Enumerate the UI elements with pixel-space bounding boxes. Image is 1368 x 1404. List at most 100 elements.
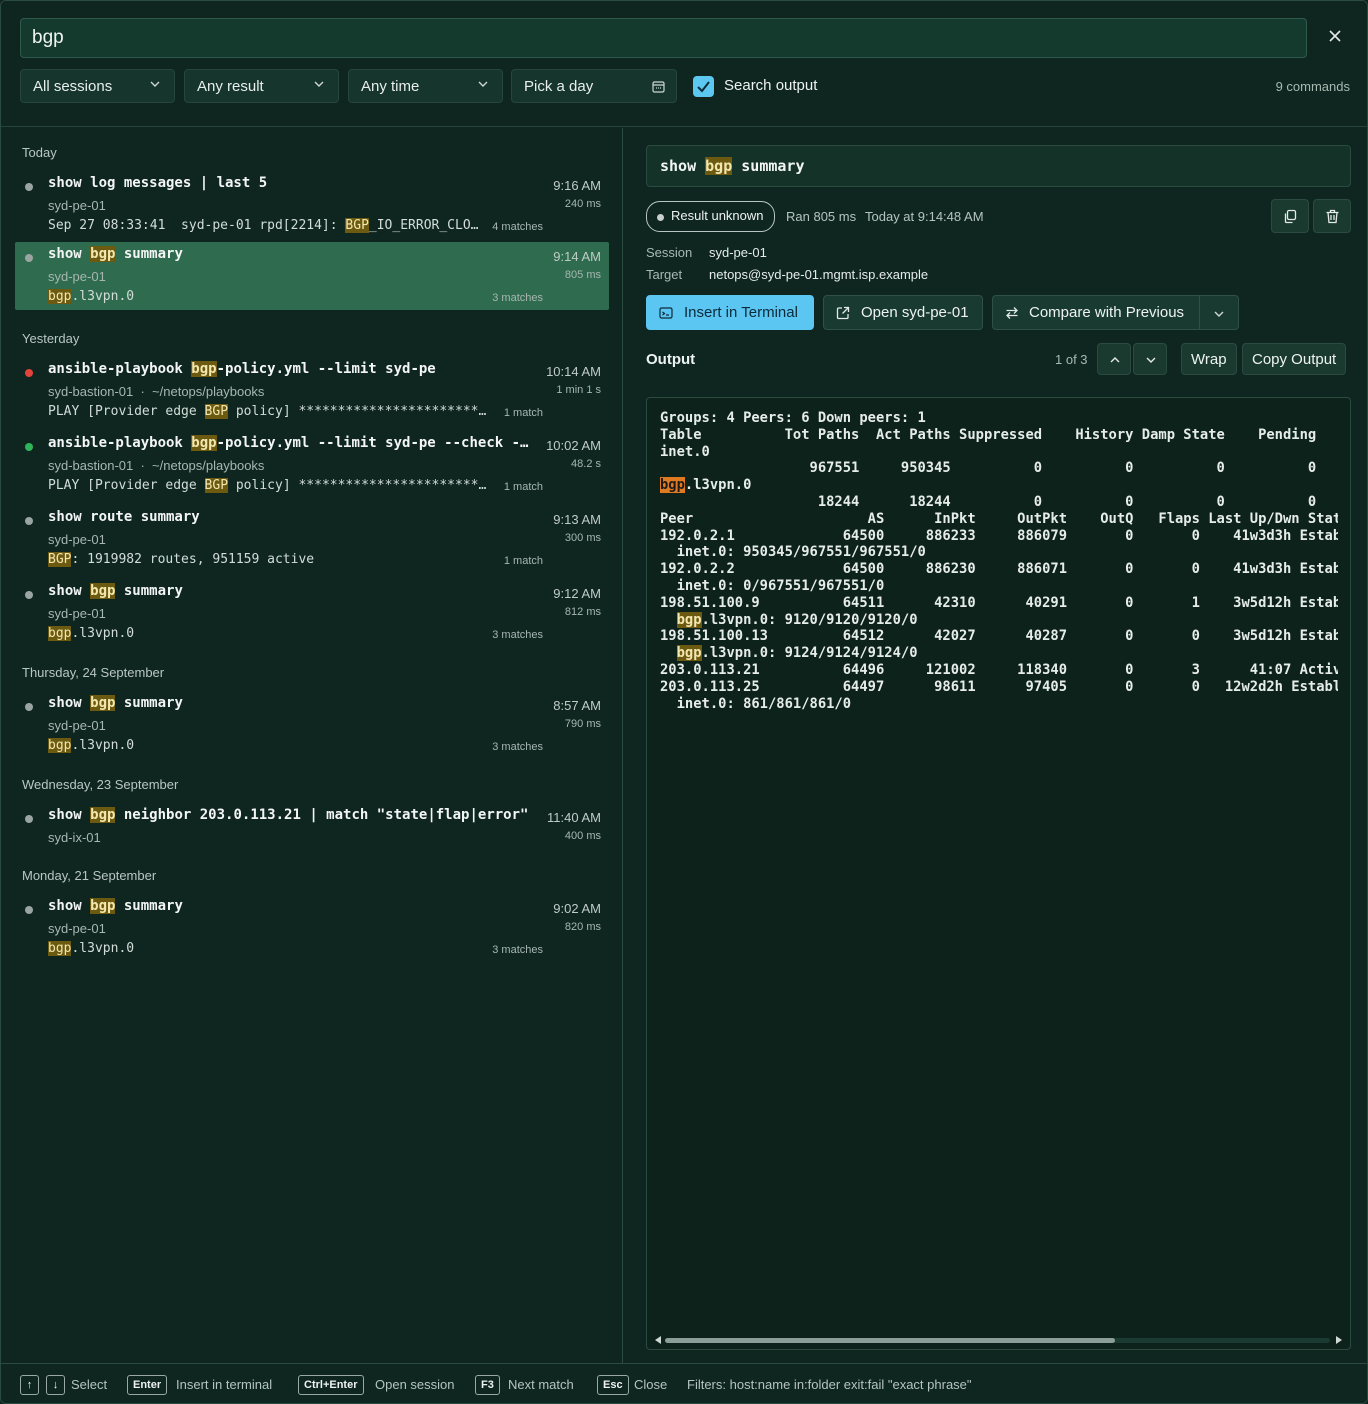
match-count: 3 matches bbox=[492, 629, 543, 641]
close-icon[interactable] bbox=[1323, 25, 1347, 49]
insert-in-terminal-button[interactable]: Insert in Terminal bbox=[646, 295, 814, 330]
command-text: show bgp summary bbox=[48, 898, 183, 914]
session-host: syd-pe-01 bbox=[48, 718, 106, 733]
status-dot bbox=[25, 254, 33, 262]
command-title-text: show bbox=[660, 157, 706, 175]
match-count: 3 matches bbox=[492, 292, 543, 304]
open-session-button[interactable]: Open syd-pe-01 bbox=[823, 295, 983, 330]
day-picker[interactable]: Pick a day bbox=[511, 69, 677, 103]
status-dot bbox=[25, 591, 33, 599]
output-text-run: Table Tot Paths Act Paths Suppressed His… bbox=[660, 426, 1317, 443]
key-esc: Esc bbox=[597, 1375, 629, 1395]
output-line: Table Tot Paths Act Paths Suppressed His… bbox=[660, 427, 1338, 444]
group-title-wednesday: Wednesday, 23 September bbox=[22, 777, 179, 792]
list-item[interactable]: ansible-playbook bgp-policy.yml --limit … bbox=[15, 431, 609, 499]
list-item[interactable]: ansible-playbook bgp-policy.yml --limit … bbox=[15, 357, 609, 425]
compare-label: Compare with Previous bbox=[1029, 304, 1185, 321]
output-text-run: 203.0.113.25 64497 98611 97405 0 0 12w2d… bbox=[660, 678, 1338, 695]
scroll-right-arrow[interactable] bbox=[1336, 1336, 1342, 1344]
run-time: 9:02 AM bbox=[553, 901, 601, 916]
chevron-down-icon bbox=[150, 81, 160, 87]
list-item[interactable]: show bgp neighbor 203.0.113.21 | match "… bbox=[15, 803, 609, 851]
run-duration: 1 min 1 s bbox=[556, 384, 601, 396]
output-line: 967551 950345 0 0 0 0 bbox=[660, 460, 1338, 477]
shortcut-bar: ↑ ↓ Select Enter Insert in terminal Ctrl… bbox=[1, 1363, 1367, 1403]
status-dot bbox=[25, 443, 33, 451]
group-title-yesterday: Yesterday bbox=[22, 331, 80, 346]
status-dot bbox=[25, 517, 33, 525]
list-item[interactable]: show bgp summary syd-pe-01 bgp.l3vpn.0 9:02… bbox=[15, 894, 609, 962]
status-dot bbox=[25, 703, 33, 711]
command-part: ansible-playbook bbox=[48, 435, 192, 451]
command-part: show bbox=[48, 246, 91, 262]
snippet-highlight: BGP bbox=[345, 218, 369, 233]
command-part: show bbox=[48, 807, 91, 823]
shortcut-select: Select bbox=[71, 1377, 108, 1392]
next-match-button[interactable] bbox=[1133, 343, 1167, 375]
output-panel[interactable]: Groups: 4 Peers: 6 Down peers: 1 Table To… bbox=[646, 397, 1351, 1350]
current-match: bgp bbox=[660, 477, 685, 494]
compare-button[interactable]: Compare with Previous bbox=[992, 295, 1239, 330]
calendar-icon bbox=[652, 81, 665, 93]
output-line: inet.0: 0/967551/967551/0 bbox=[660, 578, 1338, 595]
run-time: 8:57 AM bbox=[553, 698, 601, 713]
output-line: 192.0.2.1 64500 886233 886079 0 0 41w3d3… bbox=[660, 528, 1338, 545]
run-duration: 820 ms bbox=[564, 921, 601, 933]
session-host: syd-bastion-01 · ~/netops/playbooks bbox=[48, 384, 265, 399]
command-part: summary bbox=[115, 898, 183, 914]
list-item[interactable]: show bgp summary syd-pe-01 bgp.l3vpn.0 8:57… bbox=[15, 691, 609, 759]
session-host: syd-pe-01 bbox=[48, 198, 106, 213]
search-header: bgp All sessions Any result Any time Pic… bbox=[1, 1, 1367, 127]
shortcut-next-match: Next match bbox=[508, 1377, 574, 1392]
command-history-window: bgp All sessions Any result Any time Pic… bbox=[0, 0, 1368, 1404]
copy-icon bbox=[1284, 209, 1297, 224]
snippet-part: .l3vpn.0 bbox=[71, 626, 135, 641]
match-count: 1 match bbox=[503, 407, 543, 419]
snippet-highlight: BGP bbox=[204, 404, 229, 419]
command-highlight: bgp bbox=[191, 361, 217, 377]
list-item[interactable]: show route summary syd-pe-01 BGP: 1919982 … bbox=[15, 505, 609, 573]
delete-button[interactable] bbox=[1313, 199, 1351, 233]
search-output-checkbox[interactable] bbox=[693, 76, 714, 97]
copy-button[interactable] bbox=[1271, 199, 1309, 233]
output-text-run: inet.0: 950345/967551/967551/0 bbox=[660, 544, 926, 561]
scroll-left-arrow[interactable] bbox=[655, 1336, 661, 1344]
command-text: ansible-playbook bgp-policy.yml --limit … bbox=[48, 435, 528, 451]
command-part: show log messages | last 5 bbox=[48, 175, 268, 191]
snippet-part: policy] ***********************… bbox=[228, 478, 487, 493]
output-line: 203.0.113.21 64496 121002 118340 0 3 41:… bbox=[660, 662, 1338, 679]
command-title: show bgp summary bbox=[646, 145, 1351, 187]
search-input[interactable]: bgp bbox=[20, 18, 1307, 58]
output-line: Peer AS InPkt OutPkt OutQ Flaps Last Up/… bbox=[660, 511, 1338, 528]
sessions-filter[interactable]: All sessions bbox=[20, 69, 175, 103]
list-item-selected[interactable]: show bgp summary syd-pe-01 bgp.l3vpn.0 9:14… bbox=[15, 242, 609, 310]
horizontal-scrollbar[interactable] bbox=[655, 1336, 1342, 1344]
session-host: syd-pe-01 bbox=[48, 921, 106, 936]
command-text: ansible-playbook bgp-policy.yml --limit … bbox=[48, 361, 436, 377]
previous-match-button[interactable] bbox=[1097, 343, 1131, 375]
copy-output-button[interactable]: Copy Output bbox=[1242, 343, 1347, 375]
run-duration: 240 ms bbox=[564, 198, 601, 210]
output-text-run: Groups: 4 Peers: 6 Down peers: 1 bbox=[660, 410, 926, 426]
output-snippet: PLAY [Provider edge BGP policy] ********… bbox=[48, 478, 486, 493]
wrap-button[interactable]: Wrap bbox=[1181, 343, 1237, 375]
list-item[interactable]: show log messages | last 5 syd-pe-01 Sep 2… bbox=[15, 171, 609, 239]
scroll-thumb[interactable] bbox=[665, 1338, 1115, 1343]
snippet-part: _IO_ERROR_CLO… bbox=[368, 218, 479, 233]
time-filter[interactable]: Any time bbox=[348, 69, 503, 103]
chevron-down-icon[interactable] bbox=[1214, 309, 1224, 319]
command-highlight: bgp bbox=[90, 807, 116, 823]
shortcut-insert: Insert in terminal bbox=[176, 1377, 273, 1392]
run-duration: 400 ms bbox=[564, 830, 601, 842]
list-item[interactable]: show bgp summary syd-pe-01 bgp.l3vpn.0 9:12… bbox=[15, 579, 609, 647]
snippet-part: PLAY [Provider edge bbox=[48, 404, 205, 419]
snippet-part: Sep 27 08:33:41 syd-pe-01 rpd[2214]: bbox=[48, 218, 346, 233]
shortcut-open: Open session bbox=[375, 1377, 455, 1392]
output-text-run bbox=[660, 645, 677, 661]
status-badge-label: Result unknown bbox=[671, 208, 764, 223]
output-line: Groups: 4 Peers: 6 Down peers: 1 bbox=[660, 410, 1338, 427]
chevron-up-icon bbox=[1110, 357, 1120, 363]
status-dot bbox=[25, 369, 33, 377]
target-value: netops@syd-pe-01.mgmt.isp.example bbox=[709, 267, 929, 282]
result-filter[interactable]: Any result bbox=[184, 69, 339, 103]
